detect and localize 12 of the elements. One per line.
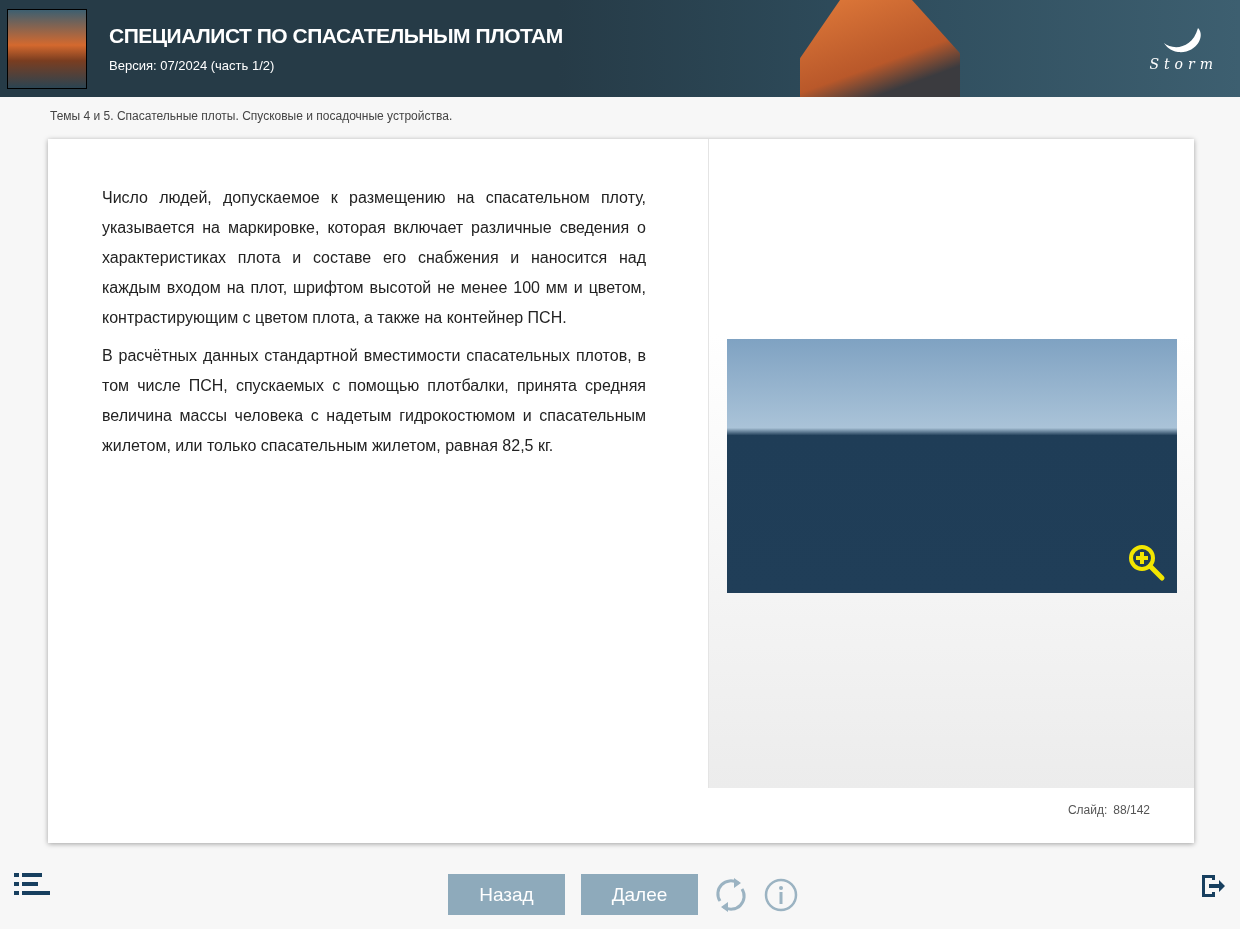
course-title: СПЕЦИАЛИСТ ПО СПАСАТЕЛЬНЫМ ПЛОТАМ <box>109 24 564 48</box>
back-button[interactable]: Назад <box>448 874 565 915</box>
version-text: Версия: 07/2024 (часть 1/2) <box>109 58 276 73</box>
breadcrumb: Темы 4 и 5. Спасательные плоты. Спусковые и посадочные устройства. <box>49 108 454 125</box>
slide-label: Слайд: <box>1067 802 1108 817</box>
zoom-in-button[interactable] <box>1126 542 1167 583</box>
slide-number: 88/142 <box>1113 802 1150 817</box>
paragraph: Число людей, допускаемое к размещению на спасательном плоту, указывается на маркировке, которая включает различные сведения о характеристиках плота и составе его снабжения и наносится над каждым входом на плот, шрифтом высотой не менее 100 мм и цветом, контрастирующим с цветом плота, а также на контейнер ПСН. <box>102 188 646 328</box>
paragraph: В расчётных данных стандартной вместимости спасательных плотов, в том числе ПСН, спускаемых с помощью плотбалки, принята средняя величина массы человека с надетым гидрокостюмом и спасательным жилетом, или только спасательным жилетом, равная 82,5 кг. <box>102 346 646 456</box>
exit-icon[interactable] <box>1200 873 1226 899</box>
next-button[interactable]: Далее <box>581 874 698 915</box>
logo-text: Storm <box>1149 55 1218 72</box>
